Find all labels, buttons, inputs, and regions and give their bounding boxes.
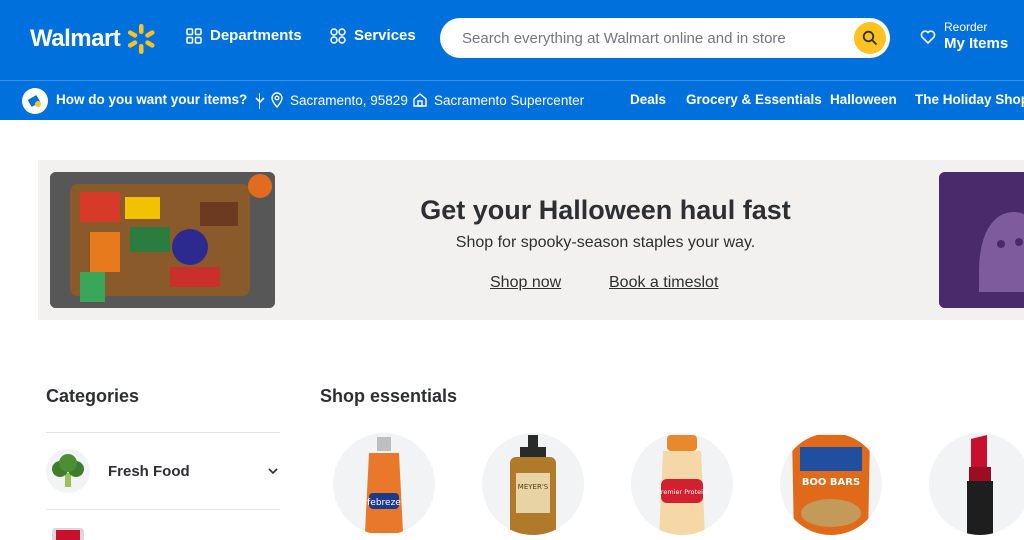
- services-button[interactable]: Services: [330, 27, 416, 44]
- banner-subtitle: Shop for spooky-season staples your way.: [455, 234, 756, 251]
- reorder-label: Reorder: [944, 20, 988, 34]
- spark-icon: [128, 24, 155, 54]
- category-fresh-food[interactable]: Fresh Food: [46, 446, 280, 496]
- fulfillment-bar: How do you want your items? Sacramento, …: [0, 80, 1024, 120]
- chevron-down-icon: [255, 96, 265, 103]
- search-input[interactable]: [462, 29, 854, 47]
- halloween-banner: Get your Halloween haul fast Shop for sp…: [38, 160, 1024, 320]
- ghost-image: [939, 172, 1024, 308]
- store-text: Sacramento Supercenter: [434, 92, 585, 108]
- product-lipstick[interactable]: [929, 433, 1024, 535]
- chevron-down-icon: [268, 468, 278, 475]
- product-boo-bars[interactable]: BOO BARS: [780, 433, 882, 535]
- book-timeslot-link[interactable]: Book a timeslot: [609, 274, 718, 292]
- boo-bars-label: BOO BARS: [802, 477, 860, 488]
- header: Walmart Departments Services Search ever…: [0, 0, 1024, 80]
- services-icon: [330, 27, 346, 44]
- product-hand-soap[interactable]: MEYER'S: [482, 433, 584, 535]
- services-label: Services: [354, 27, 416, 44]
- essentials-title: Shop essentials: [320, 386, 458, 406]
- category-thumbnail: [52, 528, 84, 540]
- store-icon: [413, 93, 427, 107]
- location-selector[interactable]: Sacramento, 95829: [270, 92, 408, 108]
- shop-now-link[interactable]: Shop now: [490, 274, 561, 292]
- nav-link-halloween[interactable]: Halloween: [830, 92, 897, 107]
- logo-text: Walmart: [30, 25, 121, 52]
- grid-icon: [186, 27, 202, 44]
- walmart-logo[interactable]: Walmart: [30, 22, 158, 56]
- product-premier-protein[interactable]: Premier Protein: [631, 433, 733, 535]
- soap-label: MEYER'S: [518, 483, 549, 491]
- delivery-prompt: How do you want your items?: [56, 92, 248, 107]
- divider: [46, 509, 280, 510]
- category-label: Fresh Food: [108, 462, 190, 480]
- product-febreze[interactable]: febreze: [333, 433, 435, 535]
- nav-link-deals[interactable]: Deals: [630, 92, 666, 107]
- categories-title: Categories: [46, 386, 140, 406]
- banner-title: Get your Halloween haul fast: [420, 195, 791, 225]
- location-text: Sacramento, 95829: [290, 92, 408, 108]
- search-bar: [440, 18, 890, 58]
- departments-button[interactable]: Departments: [186, 27, 302, 44]
- heart-icon: [920, 30, 936, 45]
- nav-link-holiday-shop[interactable]: The Holiday Shop: [915, 92, 1024, 107]
- nav-link-grocery[interactable]: Grocery & Essentials: [686, 92, 822, 107]
- broccoli-image: [46, 449, 90, 493]
- store-selector[interactable]: Sacramento Supercenter: [412, 92, 584, 108]
- delivery-icon: [22, 88, 48, 114]
- search-icon: [862, 30, 878, 46]
- divider: [259, 93, 260, 109]
- fulfillment-selector[interactable]: How do you want your items?: [56, 92, 267, 107]
- location-pin-icon: [271, 92, 283, 108]
- reorder-my-items[interactable]: Reorder My Items: [920, 20, 1008, 54]
- protein-label: Premier Protein: [657, 488, 707, 496]
- divider: [46, 432, 280, 433]
- febreze-label: febreze: [367, 498, 401, 508]
- search-button[interactable]: [854, 22, 886, 54]
- departments-label: Departments: [210, 27, 302, 44]
- my-items-label: My Items: [944, 35, 1009, 52]
